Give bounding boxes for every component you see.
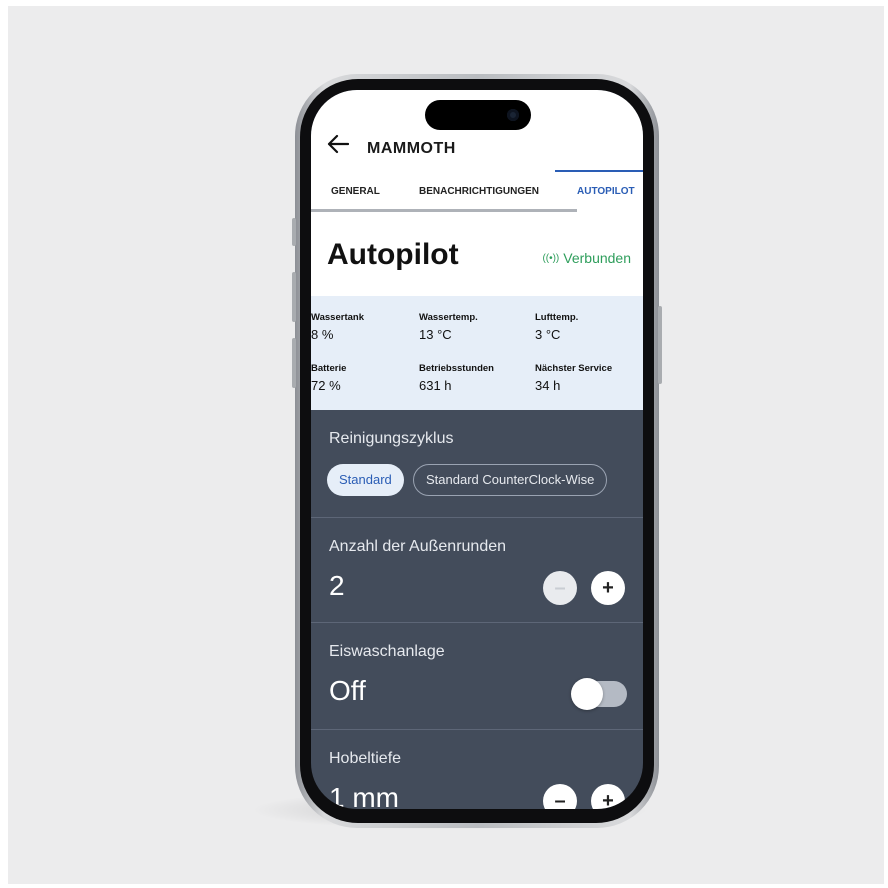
active-tab-indicator <box>555 170 643 172</box>
camera-icon <box>507 109 519 121</box>
ice-wash-label: Eiswaschanlage <box>329 643 445 660</box>
page-title: Autopilot <box>327 238 459 271</box>
phone-volume-up-button <box>292 272 296 322</box>
phone-screen: MAMMOTH GENERAL BENACHRICHTIGUNGEN AUTOP… <box>311 90 643 809</box>
connection-status: ((•)) Verbunden <box>542 250 631 266</box>
cleaning-cycle-label: Reinigungszyklus <box>329 430 454 447</box>
chip-standard-counterclockwise[interactable]: Standard CounterClock-Wise <box>413 464 608 496</box>
stat-battery: Batterie 72 % <box>311 363 421 393</box>
page-header: Autopilot ((•)) Verbunden <box>311 214 643 296</box>
outer-rounds-label: Anzahl der Außenrunden <box>329 538 507 555</box>
tab-bar: GENERAL BENACHRICHTIGUNGEN AUTOPILOT <box>311 172 643 214</box>
stat-label: Wassertemp. <box>419 312 478 323</box>
tab-scroll-indicator <box>311 209 577 212</box>
stat-label: Betriebsstunden <box>419 363 494 374</box>
stat-value: 631 h <box>419 378 452 393</box>
increment-button[interactable]: + <box>591 784 625 809</box>
stat-operating-hours: Betriebsstunden 631 h <box>419 363 529 393</box>
decrement-button[interactable]: – <box>543 784 577 809</box>
dynamic-island <box>425 100 531 130</box>
stat-label: Lufttemp. <box>535 312 579 323</box>
arrow-left-icon[interactable] <box>327 134 349 154</box>
tab-autopilot[interactable]: AUTOPILOT <box>577 186 635 197</box>
tab-notifications[interactable]: BENACHRICHTIGUNGEN <box>419 186 539 197</box>
ice-wash-section: Eiswaschanlage Off <box>311 623 643 729</box>
stats-panel: Wassertank 8 % Wassertemp. 13 °C Lufttem… <box>311 296 643 410</box>
stat-water-tank: Wassertank 8 % <box>311 312 421 342</box>
cleaning-cycle-section: Reinigungszyklus Standard Standard Count… <box>311 410 643 517</box>
stat-water-temp: Wassertemp. 13 °C <box>419 312 529 342</box>
stat-value: 3 °C <box>535 327 561 342</box>
tab-general[interactable]: GENERAL <box>331 186 380 197</box>
stat-value: 72 % <box>311 378 341 393</box>
stat-next-service: Nächster Service 34 h <box>535 363 643 393</box>
phone-volume-down-button <box>292 338 296 388</box>
stat-value: 13 °C <box>419 327 452 342</box>
stat-label: Nächster Service <box>535 363 613 374</box>
phone-power-button <box>658 306 662 384</box>
stat-label: Wassertank <box>311 312 364 323</box>
ice-wash-toggle[interactable] <box>571 678 627 710</box>
stat-value: 34 h <box>535 378 561 393</box>
decrement-button[interactable]: – <box>543 571 577 605</box>
planing-depth-section: Hobeltiefe 1 mm – + <box>311 730 643 809</box>
outer-rounds-section: Anzahl der Außenrunden 2 – + <box>311 518 643 622</box>
phone-side-button <box>292 218 296 246</box>
stat-value: 8 % <box>311 327 334 342</box>
stat-air-temp: Lufttemp. 3 °C <box>535 312 643 342</box>
increment-button[interactable]: + <box>591 571 625 605</box>
toggle-knob <box>571 678 603 710</box>
chip-standard[interactable]: Standard <box>327 464 404 496</box>
ice-wash-value: Off <box>329 675 366 706</box>
outer-rounds-value: 2 <box>329 570 345 601</box>
connection-status-text: Verbunden <box>563 250 631 266</box>
broadcast-signal-icon: ((•)) <box>542 252 560 264</box>
planing-depth-value: 1 mm <box>329 782 399 809</box>
app-title: MAMMOTH <box>367 140 456 157</box>
stat-label: Batterie <box>311 363 347 374</box>
planing-depth-label: Hobeltiefe <box>329 750 402 767</box>
